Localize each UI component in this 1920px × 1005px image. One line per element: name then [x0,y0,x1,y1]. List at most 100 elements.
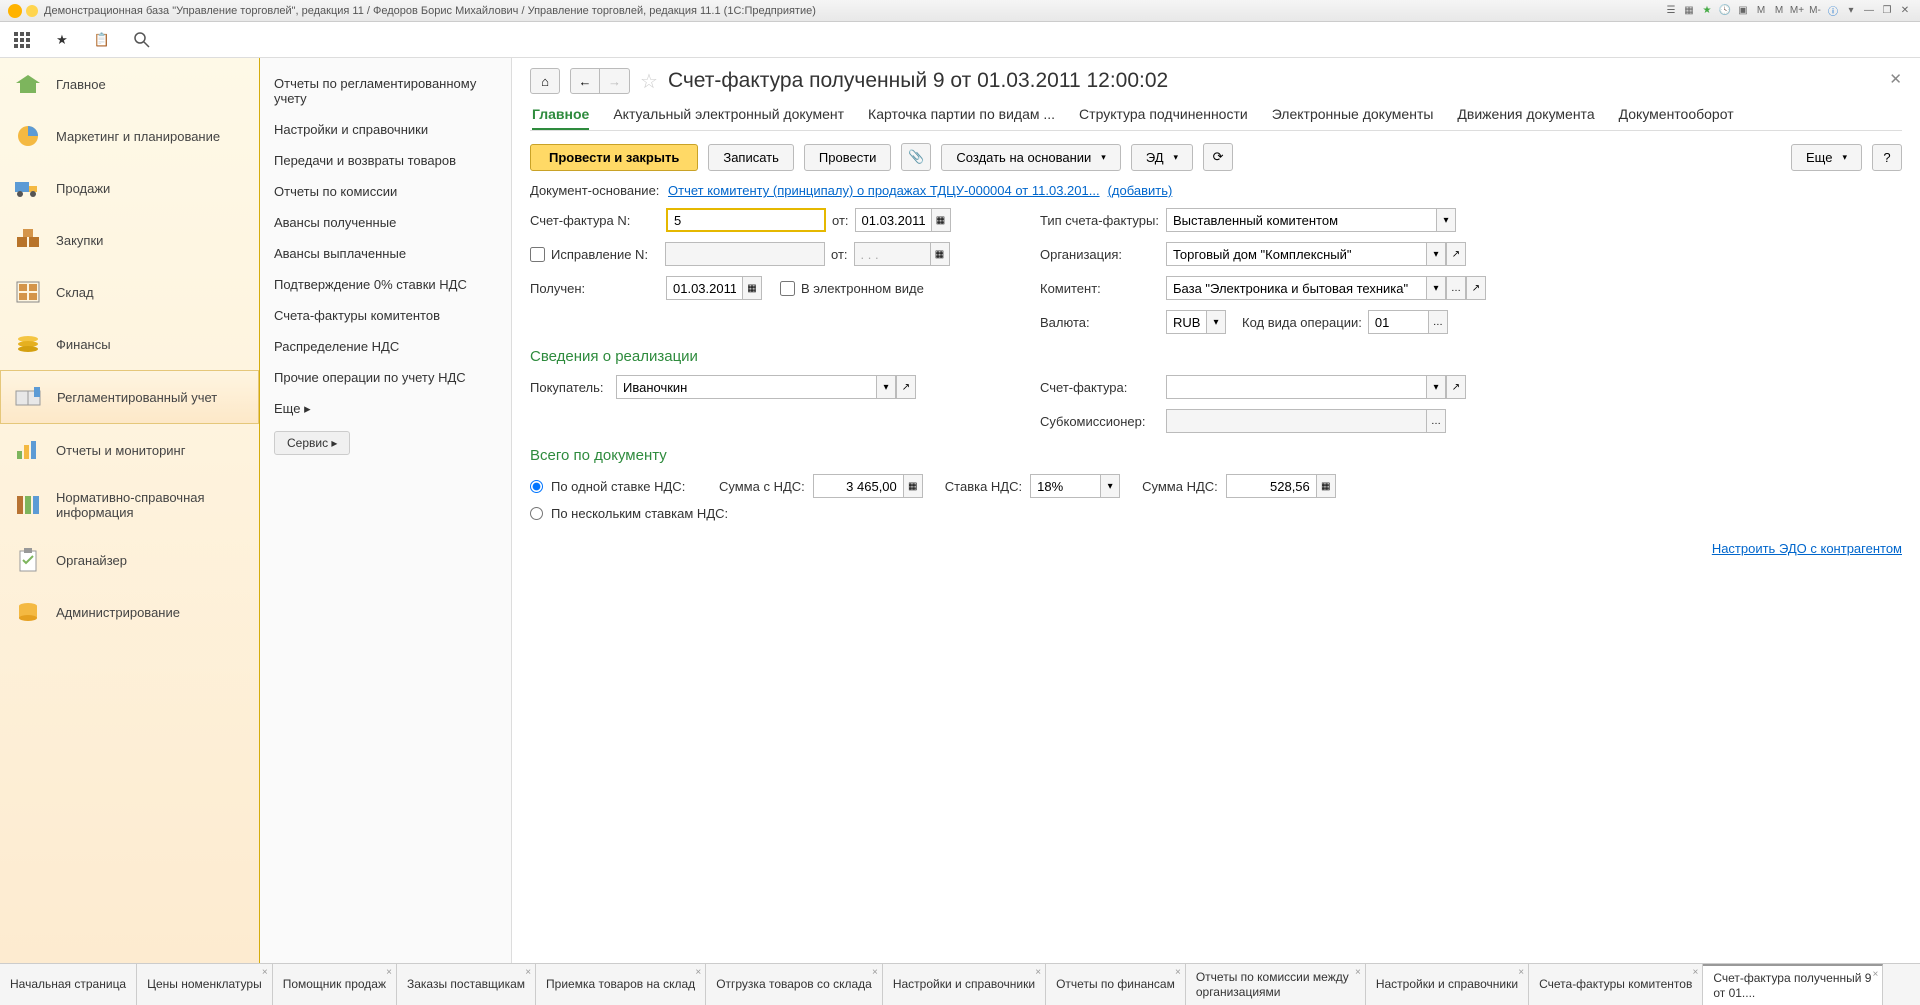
sub-input[interactable] [1166,409,1426,433]
secondnav-more[interactable]: Еще ▸ [260,393,511,425]
tb-m-icon[interactable]: M+ [1790,4,1804,18]
post-close-button[interactable]: Провести и закрыть [530,144,698,171]
more-button[interactable]: Еще [1791,144,1862,171]
sidebar-item-sales[interactable]: Продажи [0,162,259,214]
secondnav-item[interactable]: Отчеты по регламентированному учету [260,68,511,114]
tb-info-icon[interactable]: ⓘ [1826,4,1840,18]
chevron-down-icon[interactable]: ▾ [876,375,896,399]
ellipsis-icon[interactable]: … [1428,310,1448,334]
corr-date-input[interactable] [854,242,930,266]
home-button[interactable]: ⌂ [530,68,560,94]
close-icon[interactable]: × [1175,967,1181,979]
open-icon[interactable]: ↗ [1446,375,1466,399]
sf-num-input[interactable] [666,208,826,232]
secondnav-item[interactable]: Подтверждение 0% ставки НДС [260,269,511,300]
secondnav-item[interactable]: Распределение НДС [260,331,511,362]
sidebar-item-finance[interactable]: Финансы [0,318,259,370]
secondnav-item[interactable]: Настройки и справочники [260,114,511,145]
close-icon[interactable]: ✕ [1889,70,1902,88]
close-icon[interactable]: × [262,967,268,979]
buyer-input[interactable] [616,375,876,399]
sidebar-item-regulated[interactable]: Регламентированный учет [0,370,259,424]
close-icon[interactable]: × [1035,967,1041,979]
org-input[interactable] [1166,242,1426,266]
komitent-input[interactable] [1166,276,1426,300]
from-date-input[interactable] [855,208,931,232]
sidebar-item-main[interactable]: Главное [0,58,259,110]
star-icon[interactable]: ☆ [640,69,658,94]
tab-main[interactable]: Главное [532,100,589,130]
sidebar-item-admin[interactable]: Администрирование [0,586,259,638]
received-date-input[interactable] [666,276,742,300]
calendar-icon[interactable]: ▦ [742,276,762,300]
secondnav-item[interactable]: Авансы выплаченные [260,238,511,269]
sf-type-select[interactable] [1166,208,1436,232]
calc-icon[interactable]: ▦ [903,474,923,498]
open-icon[interactable]: ↗ [896,375,916,399]
help-button[interactable]: ? [1872,144,1902,171]
chevron-down-icon[interactable]: ▾ [1100,474,1120,498]
save-button[interactable]: Записать [708,144,794,171]
opcode-input[interactable] [1368,310,1428,334]
create-based-button[interactable]: Создать на основании [941,144,1120,171]
chevron-down-icon[interactable]: ▾ [1426,276,1446,300]
close-icon[interactable]: × [525,967,531,979]
forward-button[interactable]: → [600,68,630,94]
sidebar-item-nsi[interactable]: Нормативно-справочная информация [0,476,259,534]
tb-m-icon[interactable]: M [1754,4,1768,18]
chevron-down-icon[interactable]: ▾ [1426,242,1446,266]
close-icon[interactable]: × [872,967,878,979]
vat-amount-input[interactable] [1226,474,1316,498]
close-icon[interactable]: × [1872,969,1878,981]
ed-button[interactable]: ЭД [1131,144,1193,171]
sidebar-item-reports[interactable]: Отчеты и мониторинг [0,424,259,476]
basis-add-link[interactable]: (добавить) [1108,183,1173,198]
search-icon[interactable] [132,30,152,50]
close-icon[interactable]: × [695,967,701,979]
btab-orders[interactable]: Заказы поставщикам× [397,964,536,1005]
tab-workflow[interactable]: Документооборот [1619,100,1734,130]
tab-movements[interactable]: Движения документа [1457,100,1594,130]
btab-start[interactable]: Начальная страница [0,964,137,1005]
close-icon[interactable]: × [1692,967,1698,979]
correction-checkbox[interactable] [530,247,545,262]
rate-input[interactable] [1030,474,1100,498]
btab-ship[interactable]: Отгрузка товаров со склада× [706,964,883,1005]
secondnav-item[interactable]: Счета-фактуры комитентов [260,300,511,331]
calc-icon[interactable]: ▦ [1316,474,1336,498]
close-icon[interactable]: × [1518,967,1524,979]
btab-sales-assist[interactable]: Помощник продаж× [273,964,397,1005]
sidebar-item-marketing[interactable]: Маркетинг и планирование [0,110,259,162]
calendar-icon[interactable]: ▦ [931,208,951,232]
back-button[interactable]: ← [570,68,600,94]
post-button[interactable]: Провести [804,144,892,171]
tb-m-icon[interactable]: M [1772,4,1786,18]
ellipsis-icon[interactable]: … [1426,409,1446,433]
clipboard-icon[interactable]: 📋 [92,30,112,50]
btab-receive[interactable]: Приемка товаров на склад× [536,964,706,1005]
window-close-icon[interactable]: ✕ [1898,4,1912,18]
attachment-button[interactable]: 📎 [901,143,931,171]
tab-edoc[interactable]: Актуальный электронный документ [613,100,844,130]
tab-structure[interactable]: Структура подчиненности [1079,100,1248,130]
sf-input[interactable] [1166,375,1426,399]
chevron-down-icon[interactable]: ▾ [1206,310,1226,334]
tb-icon[interactable]: ☰ [1664,4,1678,18]
tb-star-icon[interactable]: ★ [1700,4,1714,18]
btab-current[interactable]: Счет-фактура полученный 9 от 01....× [1703,964,1883,1005]
close-icon[interactable]: × [386,967,392,979]
tab-batch[interactable]: Карточка партии по видам ... [868,100,1055,130]
tab-edocs[interactable]: Электронные документы [1272,100,1434,130]
single-rate-radio[interactable] [530,480,543,493]
secondnav-item[interactable]: Прочие операции по учету НДС [260,362,511,393]
chevron-down-icon[interactable]: ▾ [1436,208,1456,232]
apps-icon[interactable] [12,30,32,50]
btab-settings[interactable]: Настройки и справочники× [883,964,1046,1005]
btab-prices[interactable]: Цены номенклатуры× [137,964,273,1005]
secondnav-service[interactable]: Сервис ▸ [274,431,350,455]
secondnav-item[interactable]: Передачи и возвраты товаров [260,145,511,176]
btab-sf[interactable]: Счета-фактуры комитентов× [1529,964,1703,1005]
tb-time-icon[interactable]: 🕓 [1718,4,1732,18]
tb-icon[interactable]: ▦ [1682,4,1696,18]
sidebar-item-warehouse[interactable]: Склад [0,266,259,318]
